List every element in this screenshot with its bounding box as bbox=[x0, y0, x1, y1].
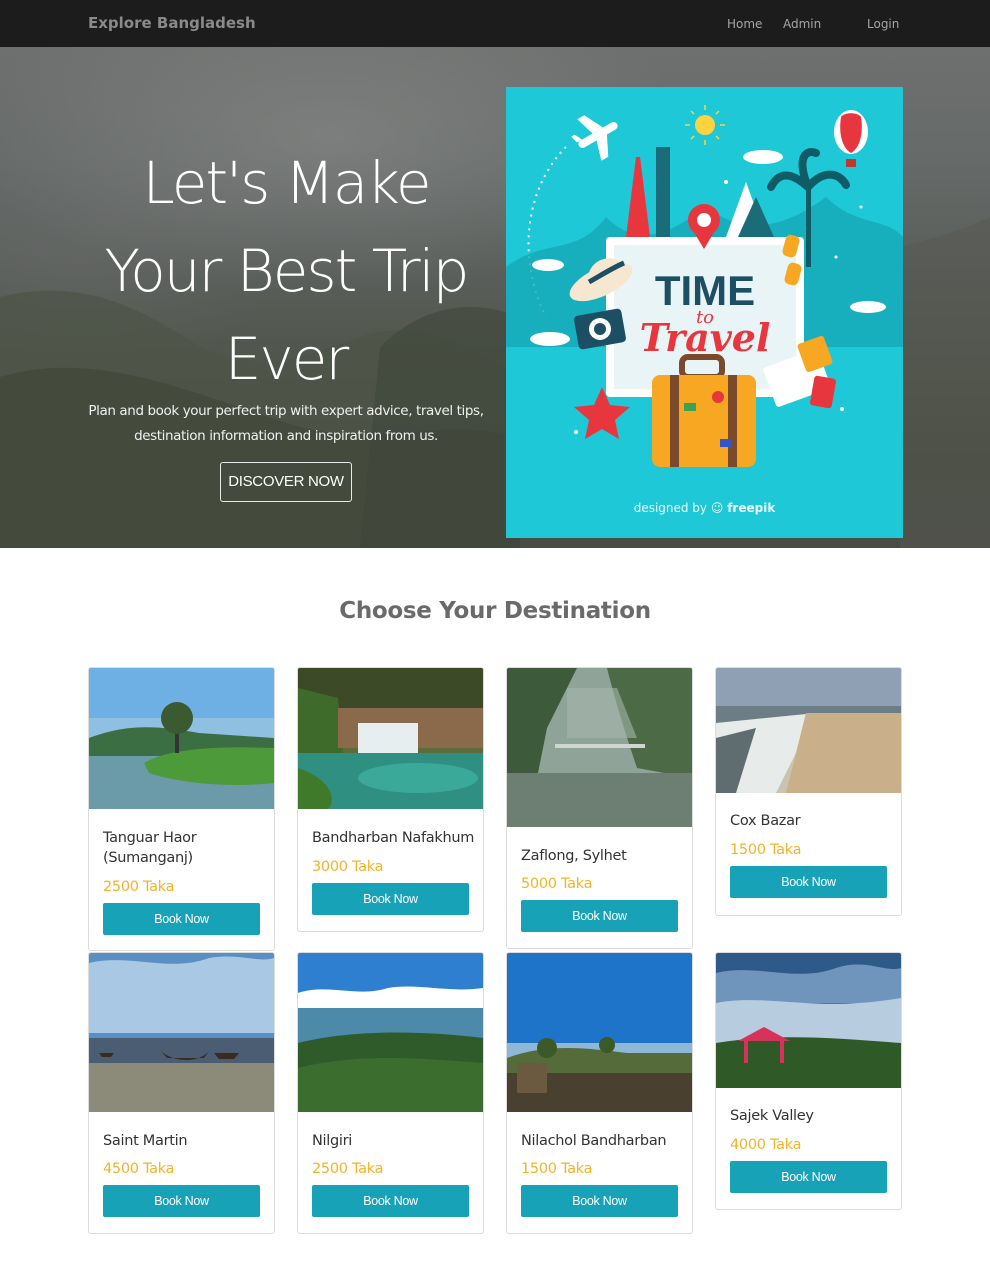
destination-card: Bandharban Nafakhum 3000 Taka Book Now bbox=[297, 667, 484, 932]
destination-name: Sajek Valley bbox=[730, 1108, 814, 1124]
time-to-travel-poster: TIME to Travel designed by ☺ freepik bbox=[506, 87, 903, 538]
destination-price: 3000 Taka bbox=[312, 859, 384, 875]
destination-price: 4000 Taka bbox=[730, 1137, 802, 1153]
destination-price: 1500 Taka bbox=[521, 1161, 593, 1177]
navbar: Explore Bangladesh Home Admin Login bbox=[0, 0, 990, 47]
poster-script-text: Travel bbox=[640, 315, 771, 360]
destination-image bbox=[716, 668, 901, 793]
travel-illustration: TIME to Travel bbox=[506, 105, 903, 467]
destination-card: Saint Martin 4500 Taka Book Now bbox=[88, 952, 275, 1234]
destination-image bbox=[89, 668, 274, 809]
poster-credit-brand: freepik bbox=[727, 501, 776, 515]
book-now-button[interactable]: Book Now bbox=[103, 903, 260, 935]
destination-name: Zaflong, Sylhet bbox=[521, 848, 627, 864]
freepik-logo-icon: ☺ bbox=[710, 501, 724, 515]
book-now-button[interactable]: Book Now bbox=[730, 866, 887, 898]
destination-name: Tanguar Haor (Sumanganj) bbox=[103, 830, 197, 866]
hero-title-line: Let's Make bbox=[142, 149, 431, 217]
nav-home-link[interactable]: Home bbox=[727, 17, 762, 31]
destination-image bbox=[716, 953, 901, 1088]
hero-subtitle-line: Plan and book your perfect trip with exp… bbox=[88, 403, 484, 419]
destination-name: Nilgiri bbox=[312, 1133, 353, 1149]
destination-price: 1500 Taka bbox=[730, 842, 802, 858]
book-now-button[interactable]: Book Now bbox=[521, 1185, 678, 1217]
poster-credit: designed by ☺ freepik bbox=[506, 501, 903, 515]
destination-card: Cox Bazar 1500 Taka Book Now bbox=[715, 667, 902, 916]
hero-subtitle-line: destination information and inspiration … bbox=[134, 428, 438, 444]
destination-name: Saint Martin bbox=[103, 1133, 188, 1149]
destination-card: Zaflong, Sylhet 5000 Taka Book Now bbox=[506, 667, 693, 949]
destination-price: 2500 Taka bbox=[312, 1161, 384, 1177]
destination-name: Cox Bazar bbox=[730, 813, 801, 829]
airplane-icon bbox=[571, 115, 618, 161]
book-now-button[interactable]: Book Now bbox=[312, 1185, 469, 1217]
destination-image bbox=[507, 668, 692, 827]
nav-login-link[interactable]: Login bbox=[867, 17, 899, 31]
hero-banner: Let's Make Your Best Trip Ever Plan and … bbox=[0, 47, 990, 548]
destination-name: Nilachol Bandharban bbox=[521, 1133, 667, 1149]
book-now-button[interactable]: Book Now bbox=[521, 900, 678, 932]
hero-subtitle: Plan and book your perfect trip with exp… bbox=[86, 399, 486, 449]
destination-image bbox=[507, 953, 692, 1112]
hot-air-balloon-icon bbox=[834, 110, 868, 167]
statue-icon bbox=[656, 147, 670, 237]
book-now-button[interactable]: Book Now bbox=[312, 883, 469, 915]
destination-card: Tanguar Haor (Sumanganj) 2500 Taka Book … bbox=[88, 667, 275, 951]
brand-link[interactable]: Explore Bangladesh bbox=[88, 14, 256, 32]
nav-admin-link[interactable]: Admin bbox=[783, 17, 821, 31]
eiffel-tower-icon bbox=[626, 157, 650, 237]
hero-title: Let's Make Your Best Trip Ever bbox=[86, 139, 486, 403]
section-title: Choose Your Destination bbox=[339, 598, 651, 624]
discover-now-button[interactable]: DISCOVER NOW bbox=[220, 462, 352, 502]
destination-image bbox=[298, 668, 483, 809]
hero-title-line: Your Best Trip bbox=[104, 237, 470, 305]
sun-icon bbox=[695, 115, 715, 135]
destination-price: 2500 Taka bbox=[103, 879, 175, 895]
poster-credit-prefix: designed by bbox=[633, 501, 708, 515]
destination-card: Sajek Valley 4000 Taka Book Now bbox=[715, 952, 902, 1210]
hero-title-line: Ever bbox=[224, 325, 350, 393]
destination-name: Bandharban Nafakhum bbox=[312, 830, 475, 846]
destination-card: Nilgiri 2500 Taka Book Now bbox=[297, 952, 484, 1234]
destination-price: 5000 Taka bbox=[521, 876, 593, 892]
destination-price: 4500 Taka bbox=[103, 1161, 175, 1177]
destination-card: Nilachol Bandharban 1500 Taka Book Now bbox=[506, 952, 693, 1234]
book-now-button[interactable]: Book Now bbox=[103, 1185, 260, 1217]
book-now-button[interactable]: Book Now bbox=[730, 1161, 887, 1193]
destination-image bbox=[89, 953, 274, 1112]
destination-image bbox=[298, 953, 483, 1112]
